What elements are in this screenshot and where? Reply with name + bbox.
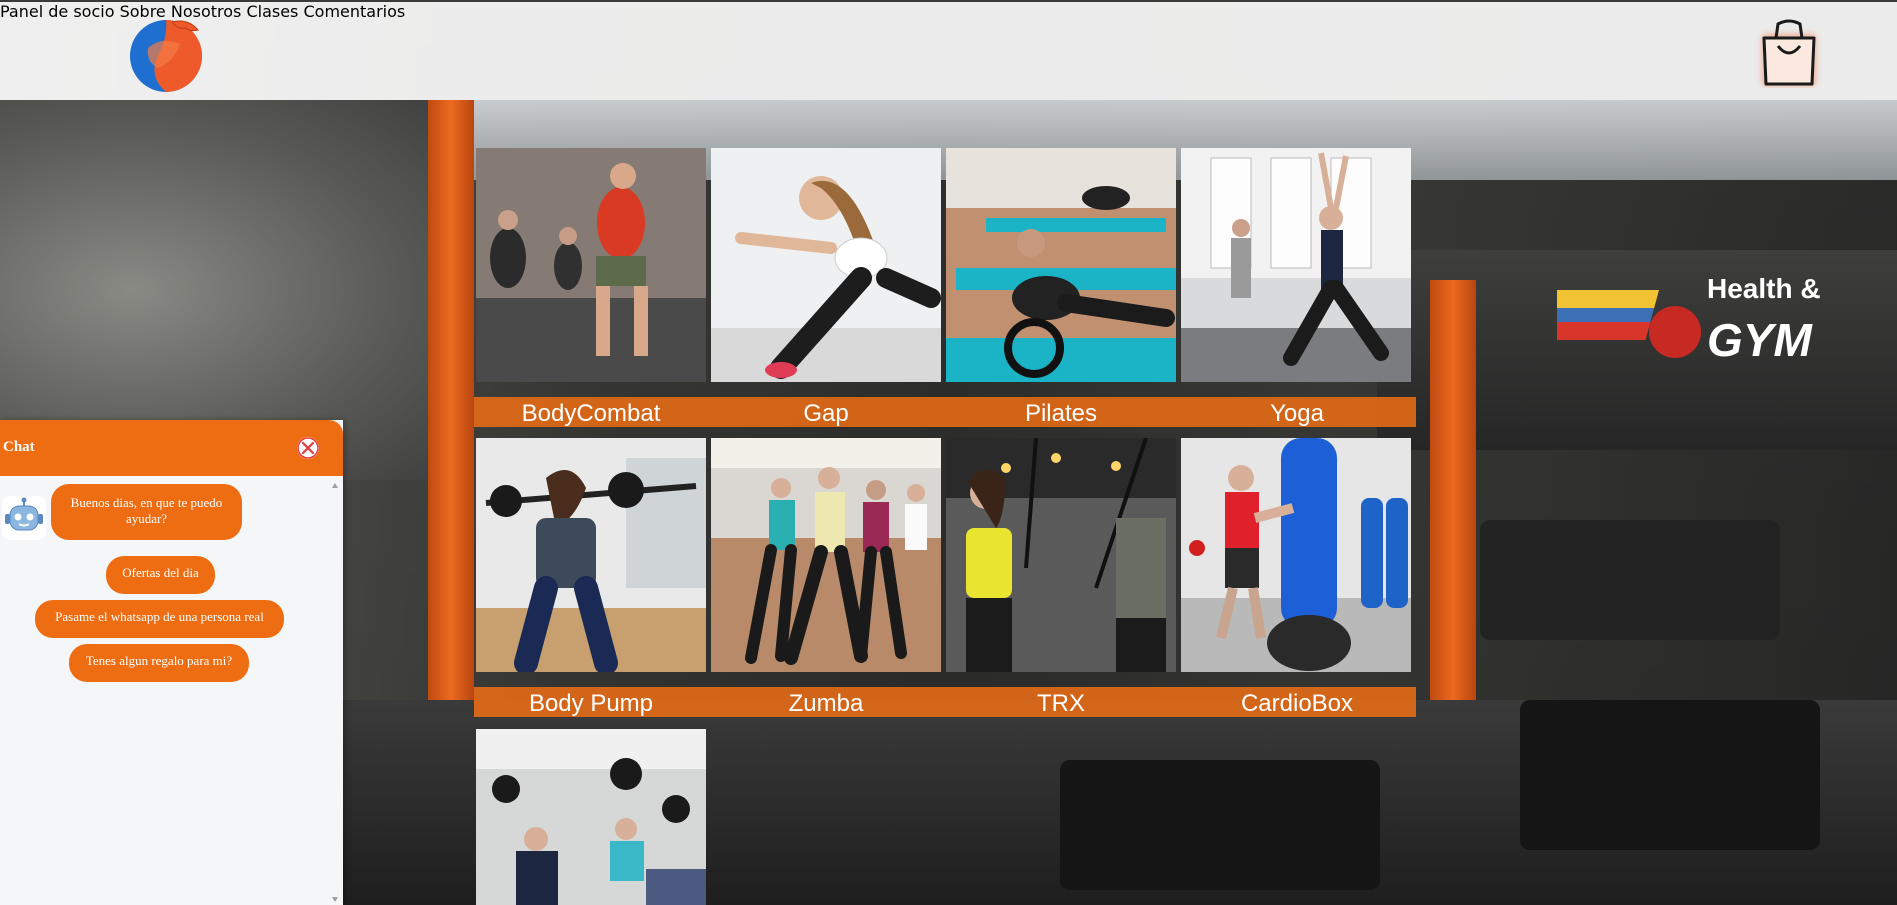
gym-machine <box>1520 700 1820 850</box>
class-image-body-pump[interactable] <box>476 438 706 672</box>
main-nav: Panel de socio Sobre Nosotros Clases Com… <box>0 2 1897 21</box>
gym-sign-text-2: GYM <box>1707 314 1813 366</box>
chat-scrollbar[interactable] <box>330 480 340 905</box>
orange-pillar <box>1430 280 1476 740</box>
chat-bot-message: Buenos dias, en que te puedo ayudar? <box>51 484 242 540</box>
nav-clases[interactable]: Clases <box>246 2 298 21</box>
orange-pillar <box>428 100 474 750</box>
class-image-bodycombat[interactable] <box>476 148 706 382</box>
class-image-yoga[interactable] <box>1181 148 1411 382</box>
gym-sign-text-1: Health & <box>1707 273 1821 304</box>
class-label-pilates[interactable]: Pilates <box>944 399 1178 429</box>
class-image-gap[interactable] <box>711 148 941 382</box>
class-label-cardiobox[interactable]: CardioBox <box>1180 689 1414 719</box>
class-label-trx[interactable]: TRX <box>944 689 1178 719</box>
gym-sign: Health & GYM <box>1557 273 1821 366</box>
chat-option-whatsapp[interactable]: Pasame el whatsapp de una persona real <box>35 600 284 638</box>
top-navbar: Panel de socio Sobre Nosotros Clases Com… <box>0 0 1897 100</box>
class-label-gap[interactable]: Gap <box>709 399 943 429</box>
class-image-pilates[interactable] <box>946 148 1176 382</box>
nav-panel-de-socio[interactable]: Panel de socio <box>0 2 115 21</box>
chat-option-ofertas[interactable]: Ofertas del dia <box>106 556 215 594</box>
class-label-yoga[interactable]: Yoga <box>1180 399 1414 429</box>
gym-rack <box>1480 520 1780 640</box>
nav-comentarios[interactable]: Comentarios <box>303 2 405 21</box>
class-image-zumba[interactable] <box>711 438 941 672</box>
bench <box>1060 760 1380 890</box>
class-image-cardiobox[interactable] <box>1181 438 1411 672</box>
class-image-trx[interactable] <box>946 438 1176 672</box>
robot-icon <box>2 496 46 540</box>
class-label-body-pump[interactable]: Body Pump <box>474 689 708 719</box>
chat-widget: Chat Buenos dias, en que te puedo ayudar… <box>0 420 343 905</box>
shopping-bag-icon[interactable] <box>1756 16 1822 88</box>
class-label-zumba[interactable]: Zumba <box>709 689 943 719</box>
class-image-weights[interactable] <box>476 729 706 905</box>
class-label-bodycombat[interactable]: BodyCombat <box>474 399 708 429</box>
chat-title: Chat <box>3 439 35 455</box>
arm-bicep-logo[interactable] <box>128 16 204 92</box>
chat-option-regalo[interactable]: Tenes algun regalo para mi? <box>69 644 249 682</box>
close-icon[interactable] <box>297 437 319 459</box>
chat-header: Chat <box>0 420 343 476</box>
